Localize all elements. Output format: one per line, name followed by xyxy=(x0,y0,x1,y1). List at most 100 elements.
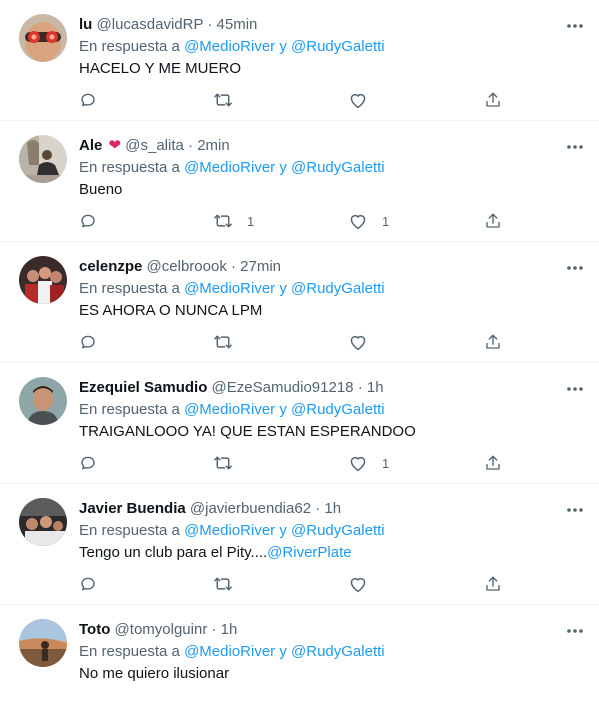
like-button[interactable]: 1 xyxy=(348,210,389,232)
retweet-button[interactable] xyxy=(213,573,247,595)
avatar[interactable] xyxy=(19,14,67,62)
handle[interactable]: @s_alita xyxy=(125,137,184,154)
reply-and: y xyxy=(279,643,287,660)
share-icon xyxy=(486,213,500,228)
reply-and: y xyxy=(279,38,287,55)
display-name[interactable]: Ezequiel Samudio xyxy=(79,379,207,396)
more-icon xyxy=(567,508,583,512)
like-button[interactable] xyxy=(348,89,382,111)
share-button[interactable] xyxy=(484,573,502,595)
timestamp[interactable]: 1h xyxy=(367,379,384,396)
avatar[interactable] xyxy=(19,619,67,667)
mention-link[interactable]: @RudyGaletti xyxy=(291,522,385,539)
timestamp[interactable]: 1h xyxy=(324,500,341,517)
avatar[interactable] xyxy=(19,135,67,183)
reply-prefix: En respuesta a xyxy=(79,401,180,418)
reply-prefix: En respuesta a xyxy=(79,159,180,176)
reply-button[interactable] xyxy=(79,210,97,232)
tweet-text: HACELO Y ME MUERO xyxy=(79,59,241,79)
timestamp[interactable]: 27min xyxy=(240,258,281,275)
mention-link[interactable]: @MedioRiver xyxy=(184,522,275,539)
mention-link[interactable]: @RudyGaletti xyxy=(291,38,385,55)
tweet-text-content: HACELO Y ME MUERO xyxy=(79,60,241,77)
avatar[interactable] xyxy=(19,498,67,546)
tweet-text-content: Bueno xyxy=(79,181,123,198)
handle[interactable]: @celbroook xyxy=(147,258,227,275)
tweet-text: Tengo un club para el Pity....@RiverPlat… xyxy=(79,543,352,563)
reply-button[interactable] xyxy=(79,331,97,353)
more-options-button[interactable] xyxy=(564,137,586,157)
handle[interactable]: @lucasdavidRP xyxy=(97,16,204,33)
reply-icon xyxy=(81,577,95,591)
mention-link[interactable]: @RudyGaletti xyxy=(291,401,385,418)
handle[interactable]: @EzeSamudio91218 xyxy=(212,379,354,396)
share-button[interactable] xyxy=(484,452,502,474)
more-options-button[interactable] xyxy=(564,621,586,641)
like-button[interactable] xyxy=(348,331,382,353)
timestamp[interactable]: 2min xyxy=(197,137,230,154)
reply-button[interactable] xyxy=(79,89,97,111)
tweet-text-content: ES AHORA O NUNCA LPM xyxy=(79,302,263,319)
share-button[interactable] xyxy=(484,89,502,111)
more-options-button[interactable] xyxy=(564,16,586,36)
tweet[interactable]: Ezequiel Samudio @EzeSamudio91218 · 1h E… xyxy=(0,363,599,484)
handle[interactable]: @javierbuendia62 xyxy=(190,500,311,517)
mention-link[interactable]: @MedioRiver xyxy=(184,159,275,176)
display-name[interactable]: lu xyxy=(79,16,92,33)
reply-context: En respuesta a @MedioRiver y @RudyGalett… xyxy=(79,642,385,662)
retweet-icon xyxy=(214,335,232,349)
timestamp[interactable]: 1h xyxy=(221,621,238,638)
display-name[interactable]: celenzpe xyxy=(79,258,142,275)
retweet-button[interactable] xyxy=(213,452,247,474)
tweet-header: celenzpe @celbroook · 27min xyxy=(79,257,281,277)
more-options-button[interactable] xyxy=(564,379,586,399)
retweet-button[interactable]: 1 xyxy=(213,210,254,232)
mention-link[interactable]: @RudyGaletti xyxy=(291,280,385,297)
handle[interactable]: @tomyolguinr xyxy=(115,621,208,638)
reply-button[interactable] xyxy=(79,573,97,595)
mention-link[interactable]: @RudyGaletti xyxy=(291,159,385,176)
tweet[interactable]: Toto @tomyolguinr · 1h En respuesta a @M… xyxy=(0,605,599,726)
display-name[interactable]: Toto xyxy=(79,621,110,638)
reply-context: En respuesta a @MedioRiver y @RudyGalett… xyxy=(79,400,385,420)
mention-link[interactable]: @MedioRiver xyxy=(184,643,275,660)
retweet-button[interactable] xyxy=(213,331,247,353)
reply-icon xyxy=(81,214,95,228)
like-button[interactable] xyxy=(348,573,382,595)
reply-and: y xyxy=(279,159,287,176)
like-icon xyxy=(350,335,366,351)
tweet[interactable]: celenzpe @celbroook · 27min En respuesta… xyxy=(0,242,599,363)
share-button[interactable] xyxy=(484,210,502,232)
tweet-header: Javier Buendia @javierbuendia62 · 1h xyxy=(79,499,341,519)
reply-context: En respuesta a @MedioRiver y @RudyGalett… xyxy=(79,158,385,178)
more-options-button[interactable] xyxy=(564,258,586,278)
display-name[interactable]: Ale xyxy=(79,137,102,154)
reply-prefix: En respuesta a xyxy=(79,280,180,297)
tweet-header: Ezequiel Samudio @EzeSamudio91218 · 1h xyxy=(79,378,384,398)
reply-and: y xyxy=(279,280,287,297)
tweet[interactable]: Javier Buendia @javierbuendia62 · 1h En … xyxy=(0,484,599,605)
mention-link[interactable]: @MedioRiver xyxy=(184,38,275,55)
mention-link[interactable]: @MedioRiver xyxy=(184,401,275,418)
tweet[interactable]: lu @lucasdavidRP · 45min En respuesta a … xyxy=(0,0,599,121)
tweet[interactable]: Ale ❤ @s_alita · 2min En respuesta a @Me… xyxy=(0,121,599,242)
share-button[interactable] xyxy=(484,331,502,353)
avatar[interactable] xyxy=(19,377,67,425)
avatar[interactable] xyxy=(19,256,67,304)
like-count: 1 xyxy=(382,213,390,229)
mention-link[interactable]: @RiverPlate xyxy=(267,544,351,561)
separator-dot: · xyxy=(188,137,198,154)
mention-link[interactable]: @MedioRiver xyxy=(184,280,275,297)
more-options-button[interactable] xyxy=(564,500,586,520)
display-name[interactable]: Javier Buendia xyxy=(79,500,186,517)
like-button[interactable]: 1 xyxy=(348,452,389,474)
reply-button[interactable] xyxy=(79,452,97,474)
share-icon xyxy=(486,92,500,107)
timestamp[interactable]: 45min xyxy=(217,16,258,33)
retweet-button[interactable] xyxy=(213,89,247,111)
separator-dot: · xyxy=(231,258,241,275)
retweet-count: 1 xyxy=(247,213,255,229)
separator-dot: · xyxy=(315,500,325,517)
tweet-text-content: TRAIGANLOOO YA! QUE ESTAN ESPERANDOO xyxy=(79,423,416,440)
mention-link[interactable]: @RudyGaletti xyxy=(291,643,385,660)
